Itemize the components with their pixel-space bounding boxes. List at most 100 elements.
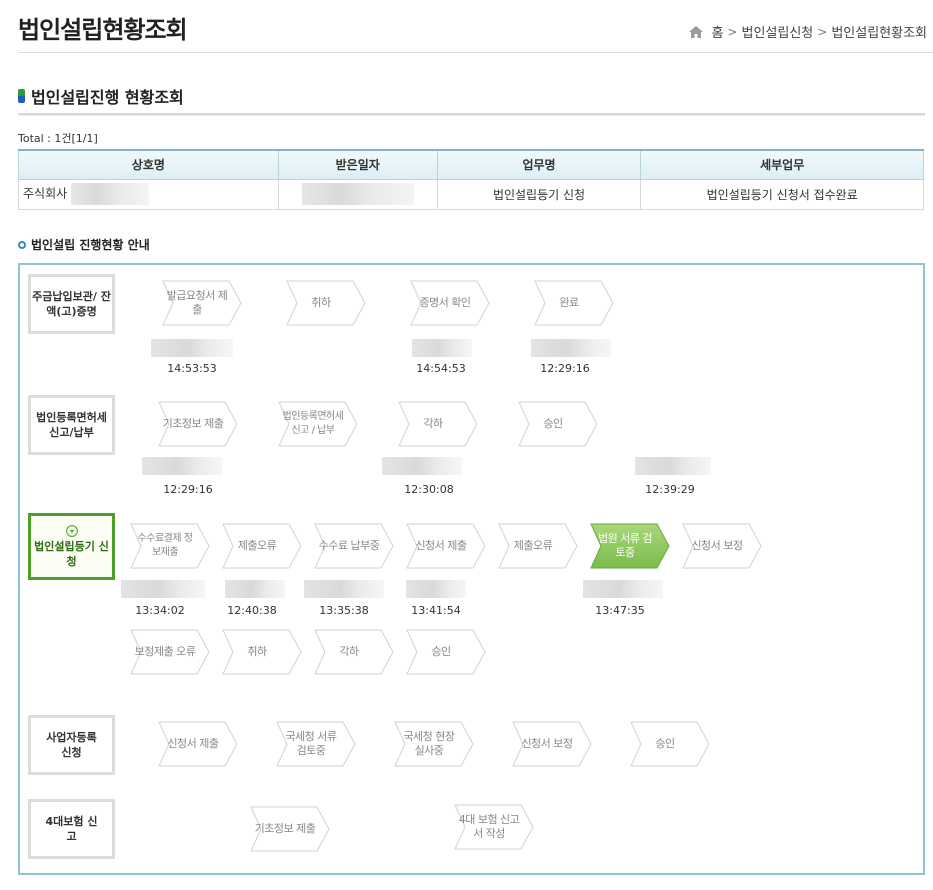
step-label: 취하	[311, 296, 331, 309]
step-time: 12:40:38	[227, 604, 277, 617]
step-court-review: 법원 서류 검토중	[590, 523, 670, 569]
title-divider	[18, 52, 933, 53]
step-certificate-check: 증명서 확인	[410, 280, 490, 326]
category-business-registration: 사업자등록 신청	[28, 715, 115, 775]
column-header: 받은일자	[277, 149, 438, 180]
step-correction-error: 보정제출 오류	[130, 629, 210, 675]
redacted-date	[635, 457, 711, 475]
step-label: 신청서 보정	[691, 539, 743, 552]
step-tax-payment: 법인등록면허세 신고 / 납부	[278, 401, 358, 447]
page-title: 법인설립현황조회	[18, 16, 188, 44]
category-capital-deposit: 주금납입보관/ 잔액(고)증명	[28, 274, 115, 334]
redacted-company-name	[71, 183, 149, 205]
step-time: 13:35:38	[319, 604, 369, 617]
breadcrumb-separator: >	[817, 24, 828, 39]
step-label: 보정제출 오류	[134, 645, 196, 658]
step-time: 12:29:16	[163, 483, 213, 496]
step-label: 증명서 확인	[419, 296, 471, 309]
table-row[interactable]: 주식회사 법인설립등기 신청 법인설립등기 신청서 접수완료	[18, 178, 924, 210]
company-name: 주식회사	[23, 186, 68, 201]
step-label: 각하	[339, 645, 359, 658]
step-label: 각하	[423, 417, 443, 430]
step-withdraw-2: 취하	[222, 629, 302, 675]
step-application-correction: 신청서 보정	[682, 523, 762, 569]
task-cell: 법인설립등기 신청	[436, 178, 642, 210]
section-divider	[18, 113, 925, 116]
category-social-insurance: 4대보험 신고	[28, 799, 115, 859]
guide-title: 법인설립 진행현황 안내	[18, 236, 150, 253]
column-header: 세부업무	[640, 149, 924, 180]
step-label: 수수료 납부중	[318, 539, 380, 552]
category-label: 법인등록면허세 신고/납부	[36, 411, 107, 439]
step-approve: 승인	[518, 401, 598, 447]
step-submit-error-2: 제출오류	[498, 523, 578, 569]
column-header: 업무명	[436, 149, 642, 180]
step-issue-request: 발급요청서 제출	[162, 280, 242, 326]
redacted-date	[304, 580, 384, 598]
redacted-date	[531, 339, 611, 357]
step-label: 완료	[559, 296, 579, 309]
step-withdraw: 취하	[286, 280, 366, 326]
redacted-date	[382, 457, 462, 475]
step-complete: 완료	[534, 280, 614, 326]
step-basic-info: 기초정보 제출	[158, 401, 238, 447]
breadcrumb-home[interactable]: 홈	[711, 22, 723, 41]
step-insurance-basic-info: 기초정보 제출	[250, 806, 330, 852]
step-label: 수수료결제 정보제출	[137, 533, 193, 558]
step-label: 신청서 보정	[521, 737, 573, 750]
chevron-down-circle-icon	[65, 524, 78, 537]
step-label: 승인	[431, 645, 451, 658]
breadcrumb-corp-apply[interactable]: 법인설립신청	[741, 22, 813, 41]
step-nts-document-review: 국세청 서류 검토중	[276, 721, 356, 767]
breadcrumb-current: 법인설립현황조회	[831, 26, 927, 41]
home-icon[interactable]	[689, 25, 704, 38]
redacted-date	[121, 580, 205, 598]
redacted-date	[583, 580, 663, 598]
step-biz-approve: 승인	[630, 721, 710, 767]
category-corp-registration: 법인설립등기 신청	[28, 513, 115, 580]
step-label: 국세청 현장 실사중	[403, 730, 455, 757]
category-label: 주금납입보관/ 잔액(고)증명	[32, 290, 111, 318]
step-fee-payment-info: 수수료결제 정보제출	[130, 523, 210, 569]
received-date-cell	[277, 178, 438, 210]
step-time: 12:39:29	[645, 483, 695, 496]
step-time: 12:30:08	[404, 483, 454, 496]
step-label: 제출오류	[237, 539, 277, 552]
step-label: 신청서 제출	[167, 737, 219, 750]
step-reject-2: 각하	[314, 629, 394, 675]
redacted-date	[406, 580, 466, 598]
redacted-date	[142, 457, 222, 475]
step-time: 13:47:35	[595, 604, 645, 617]
step-time: 13:34:02	[135, 604, 185, 617]
status-table: 상호명 받은일자 업무명 세부업무 주식회사 법인설립등기 신청 법인설립등기 …	[18, 149, 924, 210]
step-label: 승인	[655, 737, 675, 750]
step-label: 법원 서류 검토중	[597, 532, 653, 559]
step-time: 14:54:53	[416, 362, 466, 375]
step-time: 13:41:54	[411, 604, 461, 617]
section-title-text: 법인설립진행 현황조회	[31, 88, 184, 107]
step-label: 법인등록면허세 신고 / 납부	[282, 411, 344, 436]
company-name-cell: 주식회사	[18, 178, 279, 210]
redacted-date	[412, 339, 472, 357]
step-insurance-form: 4대 보험 신고서 작성	[454, 804, 534, 850]
step-reject: 각하	[398, 401, 478, 447]
category-label: 사업자등록 신청	[46, 731, 97, 759]
breadcrumb: 홈 > 법인설립신청 > 법인설립현황조회	[689, 22, 927, 41]
category-label: 4대보험 신고	[45, 815, 98, 843]
redacted-date	[301, 183, 414, 205]
redacted-date	[225, 580, 285, 598]
step-time: 12:29:16	[540, 362, 590, 375]
step-label: 취하	[247, 645, 267, 658]
step-label: 4대 보험 신고서 작성	[458, 813, 520, 840]
step-time: 14:53:53	[167, 362, 217, 375]
step-label: 기초정보 제출	[162, 417, 224, 430]
detail-cell: 법인설립등기 신청서 접수완료	[640, 178, 924, 210]
step-label: 제출오류	[513, 539, 553, 552]
total-count: Total : 1건[1/1]	[18, 132, 98, 145]
step-nts-site-inspection: 국세청 현장 실사중	[394, 721, 474, 767]
step-label: 신청서 제출	[415, 539, 467, 552]
table-header-row: 상호명 받은일자 업무명 세부업무	[18, 149, 924, 180]
category-label: 법인설립등기 신청	[34, 539, 109, 568]
redacted-date	[151, 339, 233, 357]
guide-title-text: 법인설립 진행현황 안내	[31, 238, 150, 252]
